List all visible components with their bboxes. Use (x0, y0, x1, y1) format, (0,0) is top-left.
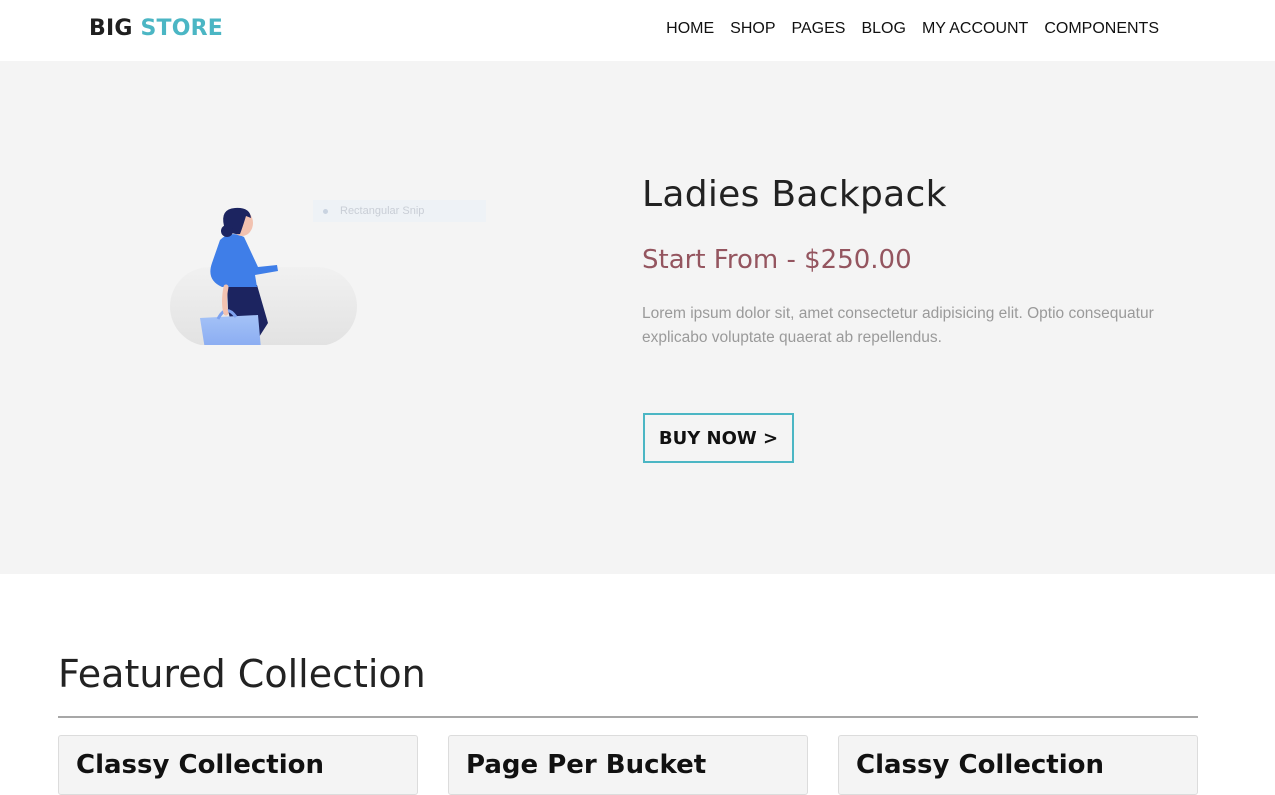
nav-shop[interactable]: SHOP (730, 20, 775, 38)
main-nav: HOME SHOP PAGES BLOG MY ACCOUNT COMPONEN… (666, 20, 1159, 38)
navbar: BIG STORE HOME SHOP PAGES BLOG MY ACCOUN… (0, 0, 1275, 61)
nav-blog[interactable]: BLOG (861, 20, 905, 38)
figure-hair-bun (221, 225, 233, 237)
hero-title: Ladies Backpack (642, 174, 947, 215)
nav-home[interactable]: HOME (666, 20, 714, 38)
collection-card[interactable]: Page Per Bucket (448, 735, 808, 795)
featured-collection-title: Featured Collection (58, 652, 426, 696)
nav-pages[interactable]: PAGES (792, 20, 846, 38)
brand-logo[interactable]: BIG STORE (89, 16, 223, 41)
section-divider (58, 716, 1198, 718)
snip-overlay: Rectangular Snip (313, 200, 486, 222)
logo-text-big: BIG (89, 16, 133, 41)
collection-card-title: Classy Collection (76, 750, 325, 780)
collection-card[interactable]: Classy Collection (838, 735, 1198, 795)
nav-my-account[interactable]: MY ACCOUNT (922, 20, 1028, 38)
snip-label-text: Rectangular Snip (340, 205, 425, 217)
buy-now-button[interactable]: BUY NOW > (643, 413, 794, 463)
collection-card-title: Page Per Bucket (466, 750, 707, 780)
logo-text-store: STORE (140, 16, 224, 41)
hero-description: Lorem ipsum dolor sit, amet consectetur … (642, 305, 1154, 346)
nav-components[interactable]: COMPONENTS (1044, 20, 1159, 38)
snip-dot-icon (323, 208, 328, 214)
hero-price: Start From - $250.00 (642, 245, 912, 275)
figure-arm (222, 284, 229, 316)
pill-shape (170, 267, 357, 345)
collection-card-title: Classy Collection (856, 750, 1105, 780)
figure-bag (200, 315, 261, 345)
hero-illustration (170, 207, 357, 345)
collection-card[interactable]: Classy Collection (58, 735, 418, 795)
